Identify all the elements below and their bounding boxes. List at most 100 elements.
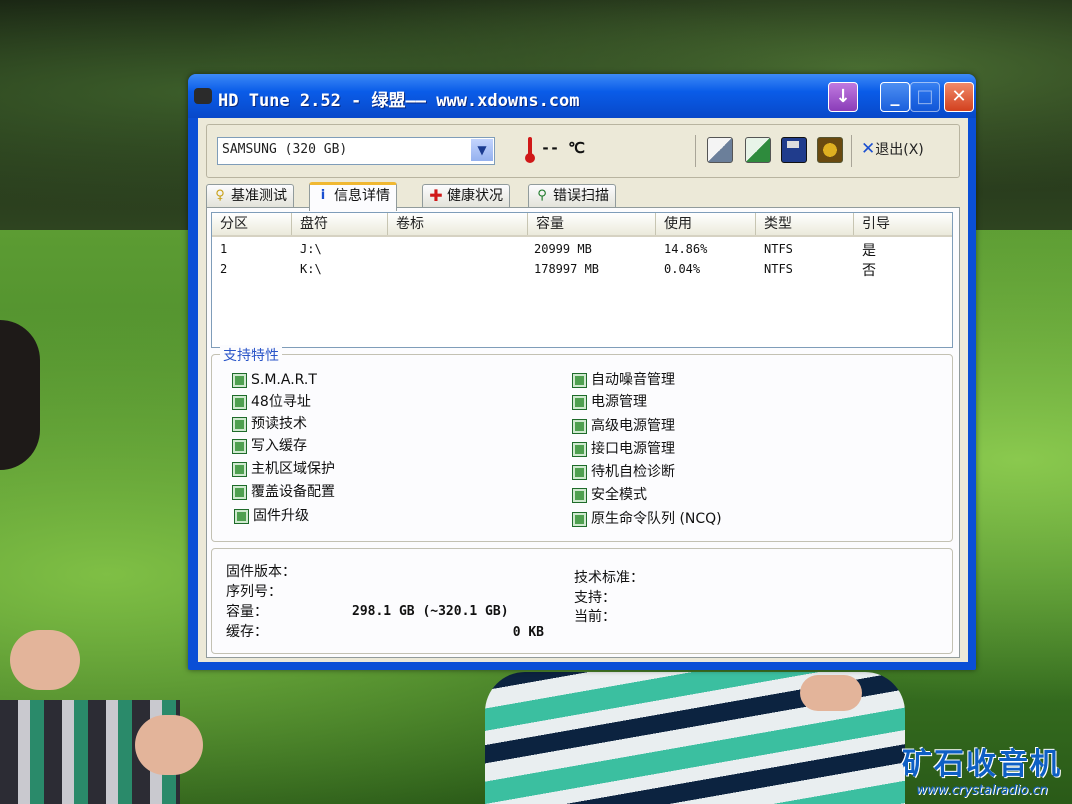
cell-capacity: 20999 MB (534, 242, 592, 256)
table-row[interactable]: 2 K:\ 178997 MB 0.04% NTFS 否 (212, 261, 952, 279)
feature-label: 写入缓存 (251, 438, 307, 454)
toolbar-divider (695, 135, 696, 167)
check-icon (572, 419, 587, 434)
table-header: 分区 盘符 卷标 容量 使用 类型 引导 (212, 213, 952, 237)
feature-label: 主机区域保护 (251, 461, 335, 477)
check-icon (232, 373, 247, 388)
check-icon (232, 485, 247, 500)
check-icon (572, 373, 587, 388)
firmware-label: 固件版本： (226, 564, 296, 580)
exit-label: 退出(X) (875, 142, 924, 158)
feature-label: 固件升级 (253, 508, 309, 524)
drive-select-value: SAMSUNG (320 GB) (222, 142, 348, 157)
watermark-title: 矿石收音机 (902, 747, 1062, 782)
toolbar: SAMSUNG (320 GB) ▼ -- ℃ ✕退出(X) (206, 124, 960, 178)
current-label: 当前： (574, 609, 616, 625)
tab-info[interactable]: i 信息详情 (309, 182, 397, 211)
column-header[interactable]: 容量 (528, 213, 656, 235)
download-icon[interactable]: ↓ (828, 82, 858, 112)
tab-benchmark[interactable]: ♀ 基准测试 (206, 184, 294, 207)
check-icon (234, 509, 249, 524)
check-icon (232, 417, 247, 432)
check-icon (572, 512, 587, 527)
app-icon (194, 88, 212, 104)
check-icon (572, 488, 587, 503)
cell-usage: 14.86% (664, 242, 708, 256)
copy-text-icon[interactable] (707, 137, 733, 163)
cell-usage: 0.04% (664, 262, 701, 276)
cell-boot: 是 (862, 243, 876, 259)
drive-select[interactable]: SAMSUNG (320 GB) ▼ (217, 137, 495, 165)
features-title: 支持特性 (220, 345, 282, 365)
column-header[interactable]: 使用 (656, 213, 756, 235)
feature-label: 待机自检诊断 (591, 464, 675, 480)
check-icon (572, 442, 587, 457)
partition-table[interactable]: 分区 盘符 卷标 容量 使用 类型 引导 1 J:\ 20999 MB 14.8… (211, 212, 953, 348)
health-cross-icon: ✚ (429, 186, 443, 205)
feature-label: 接口电源管理 (591, 441, 675, 457)
maximize-button[interactable]: □ (910, 82, 940, 112)
info-panel: 分区 盘符 卷标 容量 使用 类型 引导 1 J:\ 20999 MB 14.8… (206, 207, 960, 658)
feature-label: 高级电源管理 (591, 418, 675, 434)
tab-health[interactable]: ✚ 健康状况 (422, 184, 510, 207)
tab-label: 基准测试 (231, 188, 287, 204)
cell-boot: 否 (862, 263, 876, 279)
cell-drive: K:\ (300, 262, 322, 276)
cell-type: NTFS (764, 242, 793, 256)
child-hand (800, 675, 862, 711)
cell-partition: 1 (220, 242, 228, 256)
options-icon[interactable] (817, 137, 843, 163)
cell-capacity: 178997 MB (534, 262, 600, 276)
feature-label: 预读技术 (251, 416, 307, 432)
drive-info-group: 固件版本： 序列号： 容量： 298.1 GB (~320.1 GB) 缓存： … (211, 548, 953, 654)
tab-label: 错误扫描 (553, 188, 609, 204)
temperature-readout: -- ℃ (541, 139, 585, 157)
feature-label: 覆盖设备配置 (251, 484, 335, 500)
check-icon (572, 465, 587, 480)
check-icon (572, 395, 587, 410)
column-header[interactable]: 卷标 (388, 213, 528, 235)
column-header[interactable]: 分区 (212, 213, 292, 235)
close-button[interactable]: ✕ (944, 82, 974, 112)
save-icon[interactable] (781, 137, 807, 163)
exit-button[interactable]: ✕退出(X) (861, 137, 949, 161)
serial-label: 序列号： (226, 584, 282, 600)
thermometer-icon (525, 137, 535, 163)
tab-label: 信息详情 (334, 188, 390, 204)
lightbulb-icon: ♀ (215, 188, 225, 203)
tab-label: 健康状况 (447, 188, 503, 204)
check-icon (232, 462, 247, 477)
feature-label: 原生命令队列 (NCQ) (591, 511, 722, 527)
chevron-down-icon[interactable]: ▼ (471, 139, 493, 161)
cache-value: 0 KB (512, 625, 544, 640)
table-row[interactable]: 1 J:\ 20999 MB 14.86% NTFS 是 (212, 241, 952, 259)
child-head-left (0, 320, 40, 470)
capacity-value: 298.1 GB (~320.1 GB) (352, 604, 509, 619)
feature-label: 自动噪音管理 (591, 372, 675, 388)
copy-screenshot-icon[interactable] (745, 137, 771, 163)
column-header[interactable]: 盘符 (292, 213, 388, 235)
feature-label: 电源管理 (591, 394, 647, 410)
standard-label: 技术标准： (574, 570, 644, 586)
child-hand (135, 715, 203, 775)
cell-drive: J:\ (300, 242, 322, 256)
exit-icon: ✕ (861, 139, 876, 159)
client-area: SAMSUNG (320 GB) ▼ -- ℃ ✕退出(X) ♀ 基准测试 i 信息… (198, 118, 968, 662)
cell-type: NTFS (764, 262, 793, 276)
toolbar-divider (851, 135, 852, 167)
column-header[interactable]: 引导 (854, 213, 952, 235)
capacity-label: 容量： (226, 604, 268, 620)
minimize-button[interactable]: _ (880, 82, 910, 112)
magnifier-icon: ⚲ (537, 188, 547, 203)
feature-label: S.M.A.R.T (251, 372, 317, 388)
check-icon (232, 395, 247, 410)
column-header[interactable]: 类型 (756, 213, 854, 235)
supported-label: 支持： (574, 590, 616, 606)
title-bar[interactable]: HD Tune 2.52 - 绿盟—— www.xdowns.com ↓ _ □… (188, 74, 976, 118)
check-icon (232, 439, 247, 454)
tab-error-scan[interactable]: ⚲ 错误扫描 (528, 184, 616, 207)
watermark-url: www.crystalradio.cn (916, 783, 1048, 798)
window-title: HD Tune 2.52 - 绿盟—— www.xdowns.com (218, 91, 580, 111)
features-group: 支持特性 S.M.A.R.T 48位寻址 预读技术 写入缓存 主机区域保护 覆盖… (211, 345, 953, 542)
cache-label: 缓存： (226, 624, 268, 640)
